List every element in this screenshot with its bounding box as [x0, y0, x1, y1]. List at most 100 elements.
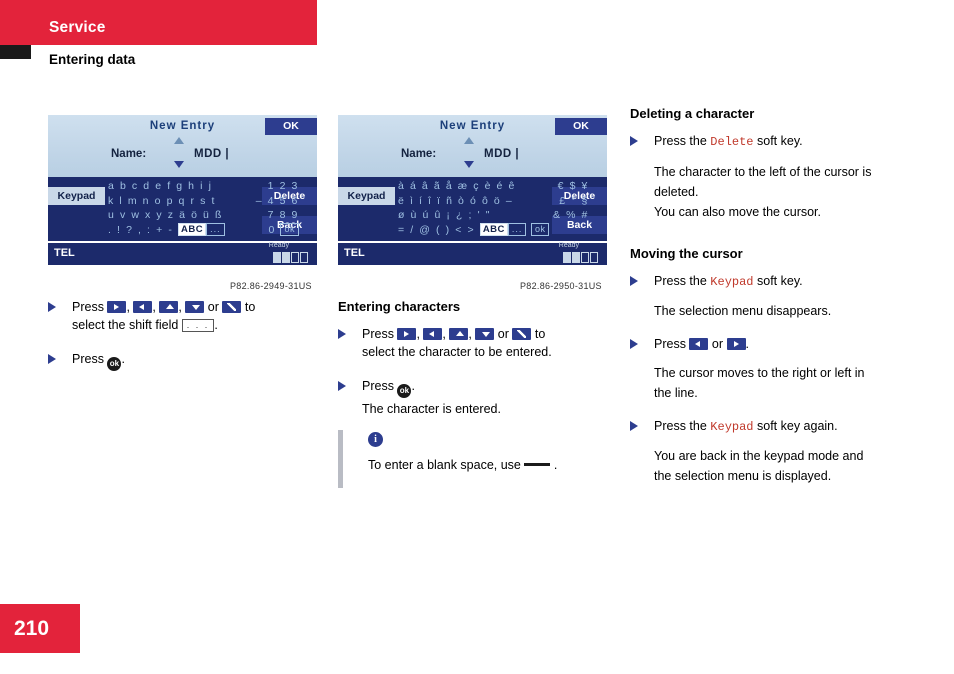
step-line-2: select the shift field . . ..: [72, 316, 313, 334]
step-conjunction: or: [497, 327, 509, 341]
step-suffix: to: [534, 327, 546, 341]
instruction-step: Press the Keypad soft key again.: [630, 417, 920, 436]
step-result-line: the selection menu is displayed.: [654, 469, 832, 483]
char-row-text: à á â ã å æ ç è é ê: [398, 180, 516, 192]
step-result-line: The character to the left of the cursor …: [654, 165, 872, 179]
note-text-post: .: [553, 458, 558, 472]
step-label: Press: [362, 327, 394, 341]
column-2-instructions: Entering characters Press , , , or to se…: [338, 298, 600, 488]
screen1-abc-field[interactable]: ABC: [177, 223, 207, 237]
screen2-shift-field[interactable]: ...: [507, 223, 527, 237]
char-row-symbols: & % #: [552, 209, 589, 221]
screen2-character-matrix[interactable]: à á â ã å æ ç è é ê € $ ¥ ë ì í î ï ñ ò ó…: [398, 179, 598, 237]
step-label: Press: [72, 352, 104, 366]
char-row-digits: 7 8 9: [267, 209, 299, 221]
screen1-ok-field[interactable]: ok: [280, 223, 299, 237]
screen2-tel-label: TEL: [344, 247, 365, 259]
instruction-step: Press ok.: [338, 377, 600, 398]
screen2-keypad-panel: Keypad Delete Back à á â ã å æ ç è é ê € …: [338, 177, 607, 241]
step-result-line: the line.: [654, 386, 698, 400]
arrow-down-key-icon: [185, 301, 205, 313]
page-number: 210: [14, 617, 50, 640]
note-text-pre: To enter a blank space, use: [368, 458, 521, 472]
char-row-digits: 1 2 3: [267, 180, 299, 192]
screen2-ok-field[interactable]: ok: [530, 223, 550, 237]
instruction-step: Press ok.: [48, 350, 313, 371]
char-row-digits: 0: [268, 223, 276, 236]
step-result-line: deleted.: [654, 185, 699, 199]
instruction-step: Press , , , or to select the shift field…: [48, 298, 313, 334]
arrow-left-key-icon: [423, 328, 443, 340]
step-label: Press: [72, 300, 104, 314]
display-screenshot-1: New Entry OK Name: MDD | Keypad Delete B…: [48, 115, 317, 275]
ok-button-icon: ok: [397, 384, 412, 398]
column-1-instructions: Press , , , or to select the shift field…: [48, 298, 313, 373]
step-result-line: The selection menu disappears.: [654, 304, 832, 318]
note-block: i To enter a blank space, use .: [338, 430, 600, 488]
deleting-a-character-heading: Deleting a character: [630, 106, 755, 121]
step-conjunction: or: [207, 300, 219, 314]
step-conjunction: or: [711, 337, 724, 351]
screen1-status-bar: TEL Ready: [48, 241, 317, 265]
instruction-step: Press or .: [630, 335, 920, 353]
bullet-triangle-icon: [630, 136, 638, 146]
screen1-shift-field[interactable]: ...: [206, 223, 225, 237]
step-period: .: [745, 337, 750, 351]
keypad-softkey-name: Keypad: [710, 275, 754, 289]
screen2-ready-label: Ready: [558, 242, 579, 249]
screen2-abc-field[interactable]: ABC: [479, 223, 508, 237]
step-line-2-text: select the shift field: [72, 318, 179, 332]
char-row-symbols: £ ° §: [559, 194, 589, 207]
delete-softkey-name: Delete: [710, 135, 754, 149]
bullet-triangle-icon: [48, 354, 56, 364]
step-label: Press the: [654, 274, 707, 288]
instruction-step: Press , , , or to select the character t…: [338, 325, 600, 361]
scroll-down-arrow-icon: [464, 161, 474, 168]
signal-strength-icon: [563, 250, 599, 263]
arrow-right-key-icon: [726, 338, 746, 350]
char-row-text: = / @ ( ) < >: [398, 223, 476, 236]
bullet-triangle-icon: [338, 329, 346, 339]
step-label: Press: [362, 379, 394, 393]
step-period: .: [121, 352, 125, 366]
scroll-up-arrow-icon: [464, 137, 474, 144]
char-row-text: k l m n o p q r s t: [108, 194, 217, 207]
step-suffix: soft key.: [757, 274, 803, 288]
screen2-caption: P82.86-2950-31US: [520, 281, 602, 291]
char-row-text: a b c d e f g h i j: [108, 180, 213, 192]
screen2-ok-softkey[interactable]: OK: [555, 118, 607, 135]
screen2-name-label: Name:: [401, 148, 437, 160]
scroll-down-arrow-icon: [174, 161, 184, 168]
step-label: Press the: [654, 419, 707, 433]
screen1-name-label: Name:: [111, 148, 147, 160]
arrow-right-key-icon: [397, 328, 417, 340]
bullet-triangle-icon: [48, 302, 56, 312]
step-result-line: The cursor moves to the right or left in: [654, 366, 865, 380]
shift-field-box-icon: . . .: [181, 319, 215, 332]
screen1-top-panel: New Entry OK Name: MDD |: [48, 115, 317, 177]
entering-characters-heading: Entering characters: [338, 299, 461, 314]
char-row-symbols: € $ ¥: [557, 180, 589, 192]
step-suffix: to: [244, 300, 256, 314]
keypad-softkey-name: Keypad: [710, 420, 754, 434]
screen2-name-value: MDD |: [484, 148, 520, 160]
scroll-up-arrow-icon: [174, 137, 184, 144]
screen2-keypad-softkey[interactable]: Keypad: [338, 187, 395, 205]
page-number-block: 210: [0, 604, 80, 653]
bullet-triangle-icon: [338, 381, 346, 391]
screen1-keypad-panel: Keypad Delete Back a b c d e f g h i j1 …: [48, 177, 317, 241]
step-label: Press the: [654, 134, 707, 148]
ok-button-icon: ok: [107, 357, 122, 371]
screen1-character-matrix[interactable]: a b c d e f g h i j 1 2 3 k l m n o p q r…: [108, 179, 308, 237]
screen1-keypad-softkey[interactable]: Keypad: [48, 187, 105, 205]
screen2-status-bar: TEL Ready: [338, 241, 607, 265]
bullet-triangle-icon: [630, 339, 638, 349]
step-suffix: soft key again.: [757, 419, 838, 433]
header-bar: Service: [0, 0, 317, 45]
bullet-triangle-icon: [630, 421, 638, 431]
step-label: Press: [654, 337, 686, 351]
info-icon: i: [368, 432, 383, 447]
screen1-ok-softkey[interactable]: OK: [265, 118, 317, 135]
char-row-text: ø ù ú û ¡ ¿ ; ' ": [398, 209, 492, 221]
arrow-up-key-icon: [449, 328, 469, 340]
